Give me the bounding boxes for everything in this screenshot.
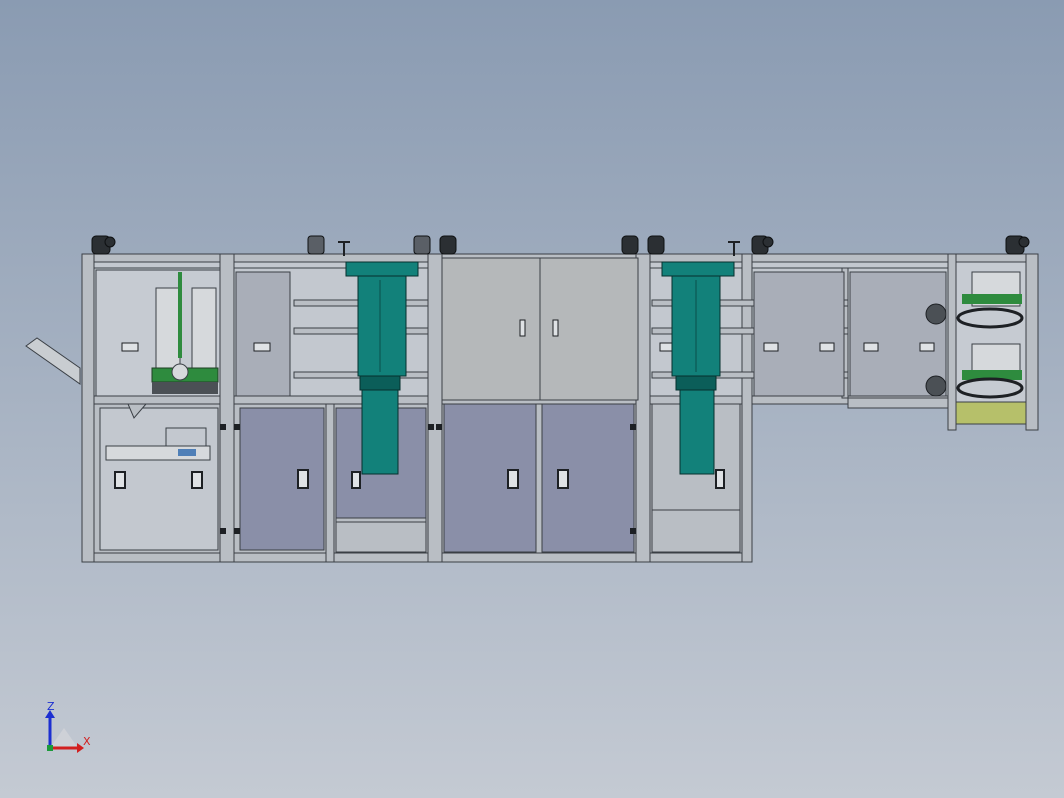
door-handle-3[interactable] bbox=[351, 471, 361, 489]
feeder-cylinder-left bbox=[155, 287, 181, 369]
cad-viewport[interactable]: Z X bbox=[0, 0, 1064, 798]
feeder-cylinder-right bbox=[191, 287, 217, 369]
cabinet-door-handle-1[interactable] bbox=[507, 469, 519, 489]
x-axis-label: X bbox=[83, 735, 91, 748]
cabinet-door-handle-2[interactable] bbox=[557, 469, 569, 489]
door-handle-5[interactable] bbox=[715, 469, 725, 489]
cabinet-handle-left[interactable] bbox=[519, 319, 526, 337]
z-axis-label: Z bbox=[47, 700, 55, 713]
module-feeder[interactable] bbox=[95, 269, 221, 551]
cabinet-handle-right[interactable] bbox=[552, 319, 559, 337]
feeder-door-handle-2[interactable] bbox=[191, 471, 203, 489]
door-handle-2[interactable] bbox=[297, 469, 309, 489]
feeder-motor bbox=[171, 363, 189, 381]
y-axis-origin bbox=[47, 745, 53, 751]
end-station-plate bbox=[955, 401, 1027, 425]
module-end-station[interactable] bbox=[955, 261, 1027, 425]
bottom-rail bbox=[81, 552, 753, 563]
feeder-door-handle-1[interactable] bbox=[114, 471, 126, 489]
cad-scene[interactable] bbox=[0, 0, 1064, 798]
